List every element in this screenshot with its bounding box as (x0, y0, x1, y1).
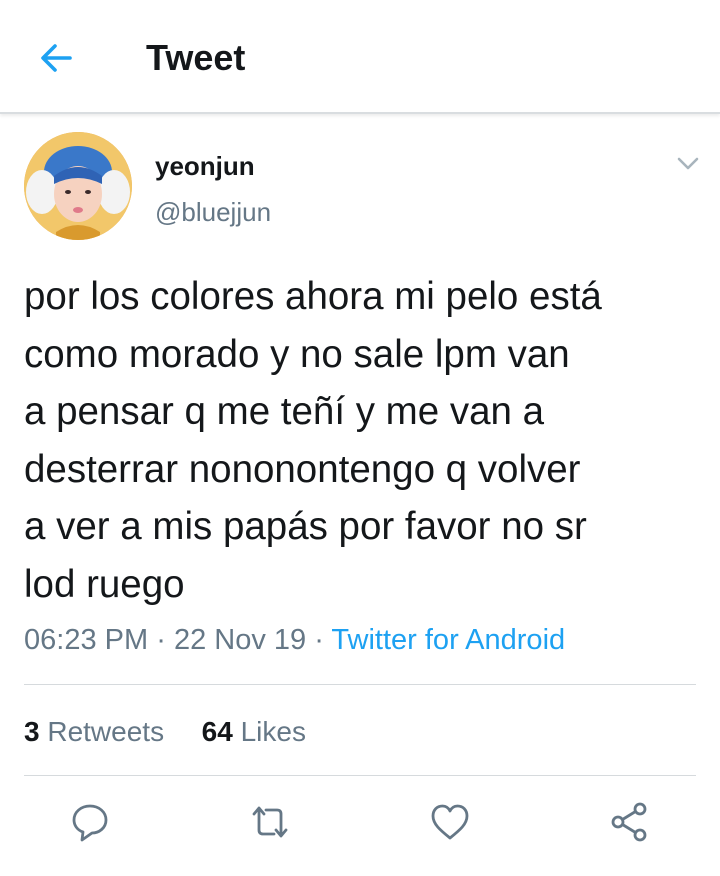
retweet-icon (252, 806, 288, 838)
reply-icon (72, 804, 108, 842)
top-app-bar: Tweet (0, 0, 720, 114)
divider (24, 775, 696, 776)
share-icon (611, 802, 647, 842)
likes-count: 64 (201, 716, 233, 747)
like-icon (431, 804, 469, 840)
avatar[interactable] (24, 132, 132, 240)
reply-button[interactable] (68, 800, 112, 844)
like-button[interactable] (428, 800, 472, 844)
back-button[interactable] (34, 36, 78, 80)
retweet-button[interactable] (248, 800, 292, 844)
arrow-left-icon (41, 44, 72, 72)
tweet-text: por los colores ahora mi pelo está como … (24, 275, 602, 606)
retweets-stat[interactable]: 3 Retweets (24, 716, 164, 747)
display-name[interactable]: yeonjun (155, 150, 255, 182)
retweets-label: Retweets (47, 716, 165, 747)
likes-stat[interactable]: 64 Likes (202, 716, 306, 747)
action-bar (0, 800, 720, 848)
chevron-down-icon (677, 157, 699, 170)
tweet-time: 06:23 PM (24, 624, 149, 656)
share-button[interactable] (608, 800, 652, 844)
page-title: Tweet (146, 37, 246, 78)
engagement-stats: 3 Retweets 64 Likes (24, 712, 306, 752)
separator: · (156, 624, 166, 656)
tweet-metadata: 06:23 PM · 22 Nov 19 · Twitter for Andro… (24, 620, 565, 660)
retweets-count: 3 (24, 716, 40, 747)
user-handle[interactable]: @bluejjun (155, 196, 271, 228)
tweet-date: 22 Nov 19 (173, 624, 307, 656)
separator: · (314, 624, 324, 656)
likes-label: Likes (240, 716, 306, 747)
more-options-button[interactable] (672, 150, 704, 178)
source-link[interactable]: Twitter for Android (331, 624, 565, 656)
profile-photo (24, 132, 132, 240)
divider (24, 684, 696, 685)
